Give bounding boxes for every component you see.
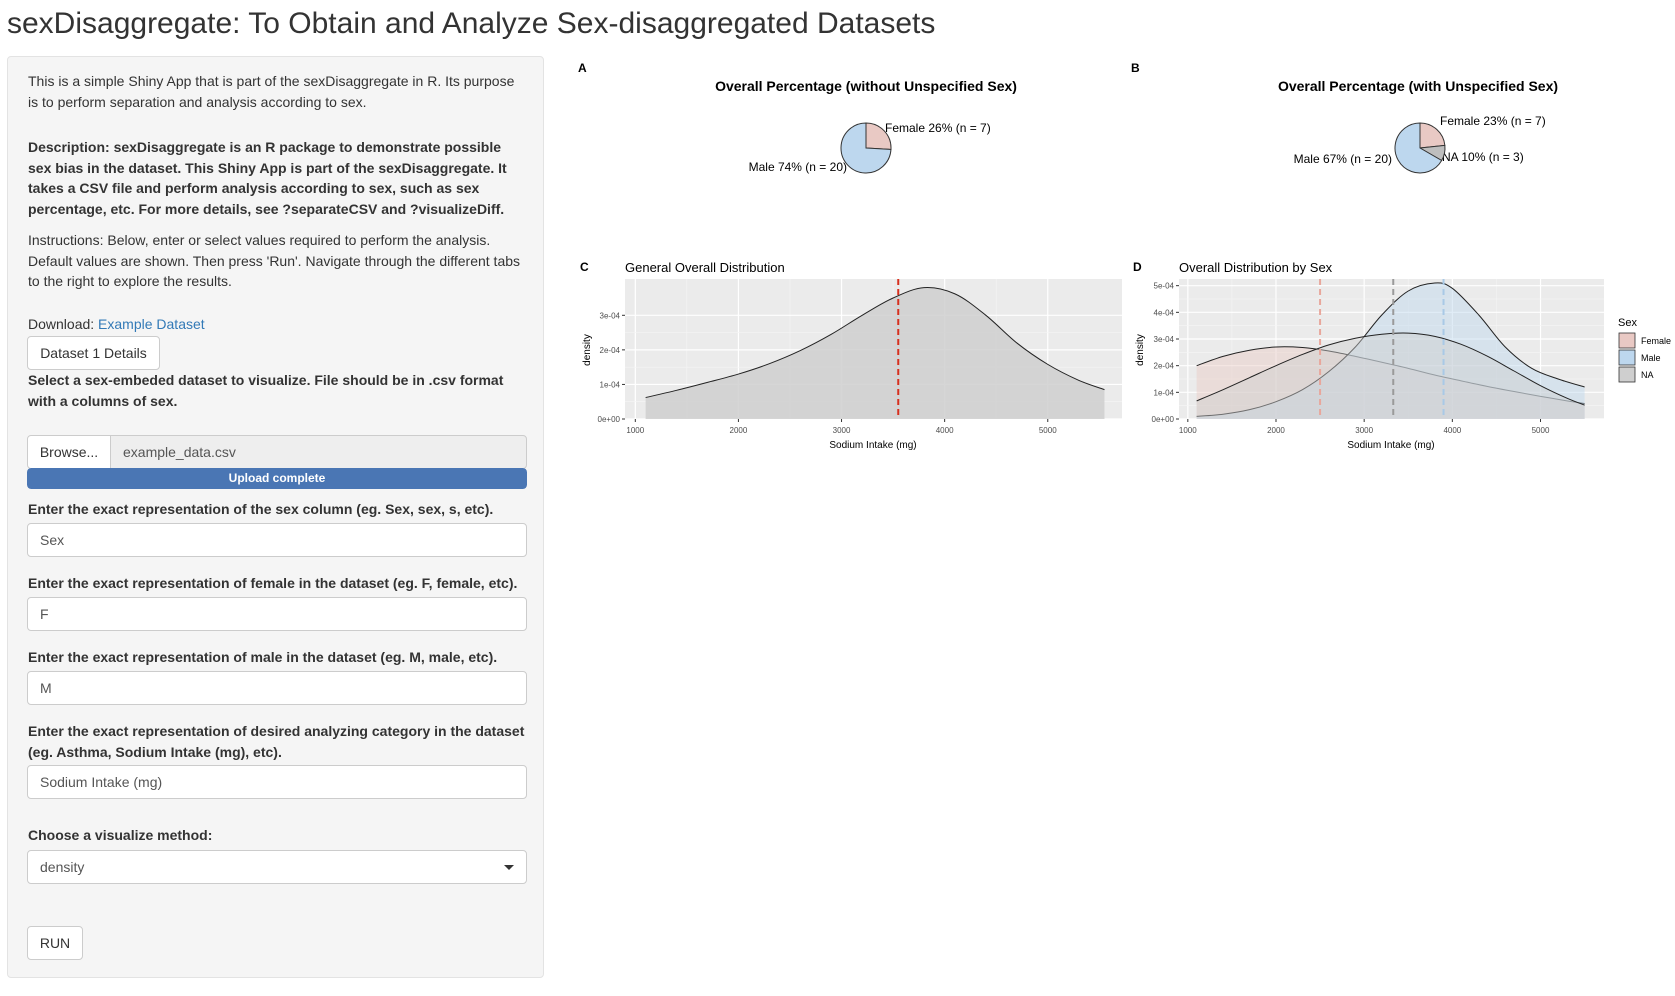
legend-label-na: NA — [1641, 370, 1654, 380]
chart-d-ytick-label: 1e-04 — [1154, 388, 1175, 397]
chart-d-xtick-label: 5000 — [1532, 426, 1550, 435]
chart-d-xtick-label: 2000 — [1267, 426, 1285, 435]
pie-b-label-female: Female 23% (n = 7) — [1440, 114, 1546, 128]
legend-title: Sex — [1618, 317, 1637, 329]
chart-d-ytick-label: 4e-04 — [1154, 308, 1175, 317]
chart-d-ylabel: density — [1135, 334, 1146, 366]
chart-d-ytick-label: 5e-04 — [1154, 282, 1175, 291]
chart-d-xtick-label: 1000 — [1179, 426, 1197, 435]
pie-b-title: Overall Percentage (with Unspecified Sex… — [1278, 78, 1558, 94]
legend-swatch-na — [1618, 366, 1636, 383]
chart-d-xtick-label: 4000 — [1443, 426, 1461, 435]
chart-c-xtick-label: 1000 — [626, 426, 644, 435]
chart-d-title: Overall Distribution by Sex — [1179, 260, 1333, 275]
chart-c-ytick-label: 0e+00 — [598, 415, 621, 424]
chart-c-xtick-label: 4000 — [936, 426, 954, 435]
pie-a-title: Overall Percentage (without Unspecified … — [715, 78, 1017, 94]
pie-a-label-female: Female 26% (n = 7) — [885, 121, 991, 135]
legend-label-male: Male — [1641, 353, 1661, 363]
pie-b-label-na: NA 10% (n = 3) — [1442, 150, 1524, 164]
chart-d-ytick-label: 2e-04 — [1154, 362, 1175, 371]
pie-a-label-male: Male 74% (n = 20) — [749, 160, 847, 174]
chart-c-xtick-label: 5000 — [1039, 426, 1057, 435]
results-plot: A B C D Overall Percentage (without Unsp… — [578, 61, 1671, 451]
pie-chart-a — [840, 122, 892, 174]
chart-c-xtick-label: 2000 — [730, 426, 748, 435]
panel-letter-a: A — [578, 61, 587, 75]
legend-swatch-female — [1618, 332, 1636, 349]
legend-label-female: Female — [1641, 336, 1671, 346]
pie-chart-b — [1394, 122, 1446, 174]
panel-letter-b: B — [1131, 61, 1140, 75]
chart-c-ytick-label: 2e-04 — [600, 346, 621, 355]
chart-c-xlabel: Sodium Intake (mg) — [829, 440, 916, 451]
chart-d-ytick-label: 0e+00 — [1152, 415, 1175, 424]
chart-d-xlabel: Sodium Intake (mg) — [1347, 440, 1434, 451]
chart-c-xtick-label: 3000 — [833, 426, 851, 435]
chart-c-ytick-label: 1e-04 — [600, 380, 621, 389]
panel-letter-c: C — [580, 260, 589, 274]
chart-d-legend: Sex Female Male NA — [1618, 317, 1671, 383]
chart-c-title: General Overall Distribution — [625, 260, 785, 275]
chart-d-ytick-label: 3e-04 — [1154, 335, 1175, 344]
pie-b-label-male: Male 67% (n = 20) — [1294, 152, 1392, 166]
chart-c-ytick-label: 3e-04 — [600, 311, 621, 320]
legend-swatch-male — [1618, 349, 1636, 366]
chart-c-ylabel: density — [582, 334, 593, 366]
chart-d-xtick-label: 3000 — [1355, 426, 1373, 435]
panel-letter-d: D — [1133, 260, 1142, 274]
